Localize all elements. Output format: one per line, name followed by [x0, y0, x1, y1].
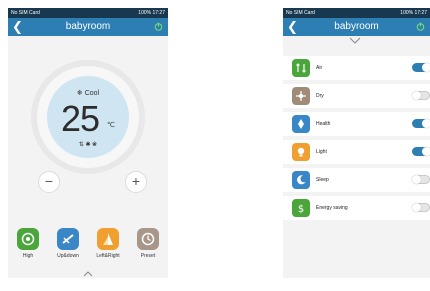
- power-icon[interactable]: [416, 22, 425, 31]
- main-control-screen: No SIM Card 100% 17:27 ❮ babyroom ❄ Cool…: [8, 8, 168, 278]
- chevron-up-icon[interactable]: [83, 271, 93, 277]
- list-item-air[interactable]: Air: [283, 56, 430, 80]
- list-item-light[interactable]: Light: [283, 140, 430, 164]
- temperature-display: ❄ Cool 25 ℃ ⇅ ✱ ❀: [47, 76, 129, 158]
- chevron-down-icon[interactable]: [349, 37, 361, 44]
- swing-updown-button[interactable]: Up&down: [51, 228, 85, 259]
- status-right: 100% 17:27: [138, 10, 165, 16]
- swing-leftright-label: Left&Right: [96, 253, 120, 259]
- health-toggle[interactable]: [412, 119, 430, 128]
- sleep-icon: [292, 171, 310, 189]
- swing-leftright-button[interactable]: Left&Right: [91, 228, 125, 259]
- fan-speed-icon: [17, 228, 39, 250]
- light-toggle[interactable]: [412, 147, 430, 156]
- clock-icon: [137, 228, 159, 250]
- mode-label: ❄ Cool: [76, 90, 100, 97]
- air-toggle[interactable]: [412, 63, 430, 72]
- status-left: No SIM Card: [11, 10, 40, 16]
- title-bar: ❮ babyroom: [8, 18, 168, 36]
- page-title: babyroom: [334, 21, 379, 32]
- energy-saving-label: Energy saving: [316, 205, 348, 211]
- temperature-value: 25: [61, 98, 100, 139]
- light-label: Light: [316, 149, 327, 155]
- fan-speed-label: High: [22, 253, 34, 259]
- status-left: No SIM Card: [286, 10, 315, 16]
- light-icon: [292, 143, 310, 161]
- dry-icon: [292, 87, 310, 105]
- preset-label: Preset: [140, 253, 156, 259]
- temperature-unit: ℃: [107, 122, 115, 129]
- health-icon: [292, 115, 310, 133]
- energy-saving-toggle[interactable]: [412, 203, 430, 212]
- sleep-toggle[interactable]: [412, 175, 430, 184]
- list-item-dry[interactable]: Dry: [283, 84, 430, 108]
- list-item-sleep[interactable]: Sleep: [283, 168, 430, 192]
- swing-updown-label: Up&down: [57, 253, 79, 259]
- temperature-dial: ❄ Cool 25 ℃ ⇅ ✱ ❀: [31, 60, 145, 174]
- status-indicators: ⇅ ✱ ❀: [78, 142, 98, 148]
- title-bar: ❮ babyroom: [283, 18, 430, 36]
- svg-text:$: $: [298, 204, 304, 214]
- list-item-health[interactable]: Health: [283, 112, 430, 136]
- list-item-energy-saving[interactable]: $ Energy saving: [283, 196, 430, 220]
- air-icon: [292, 59, 310, 77]
- sleep-label: Sleep: [316, 177, 329, 183]
- status-bar: No SIM Card 100% 17:27: [8, 8, 168, 18]
- page-title: babyroom: [65, 21, 111, 32]
- dry-toggle[interactable]: [412, 91, 430, 100]
- decrease-temp-button[interactable]: −: [38, 171, 60, 193]
- power-icon[interactable]: [154, 22, 163, 31]
- function-list: Air Dry Health Light Sleep $ Energy savi…: [283, 56, 430, 224]
- fan-speed-button[interactable]: High: [11, 228, 45, 259]
- dry-label: Dry: [316, 93, 324, 99]
- swing-updown-icon: [57, 228, 79, 250]
- functions-screen: No SIM Card 100% 17:27 ❮ babyroom Air Dr…: [283, 8, 430, 278]
- function-bar: High Up&down Left&Right Preset: [8, 228, 168, 259]
- status-right: 100% 17:27: [400, 10, 427, 16]
- health-label: Health: [316, 121, 331, 127]
- preset-button[interactable]: Preset: [131, 228, 165, 259]
- energy-saving-icon: $: [292, 199, 310, 217]
- swing-leftright-icon: [97, 228, 119, 250]
- air-label: Air: [316, 65, 323, 71]
- status-bar: No SIM Card 100% 17:27: [283, 8, 430, 18]
- increase-temp-button[interactable]: +: [125, 171, 147, 193]
